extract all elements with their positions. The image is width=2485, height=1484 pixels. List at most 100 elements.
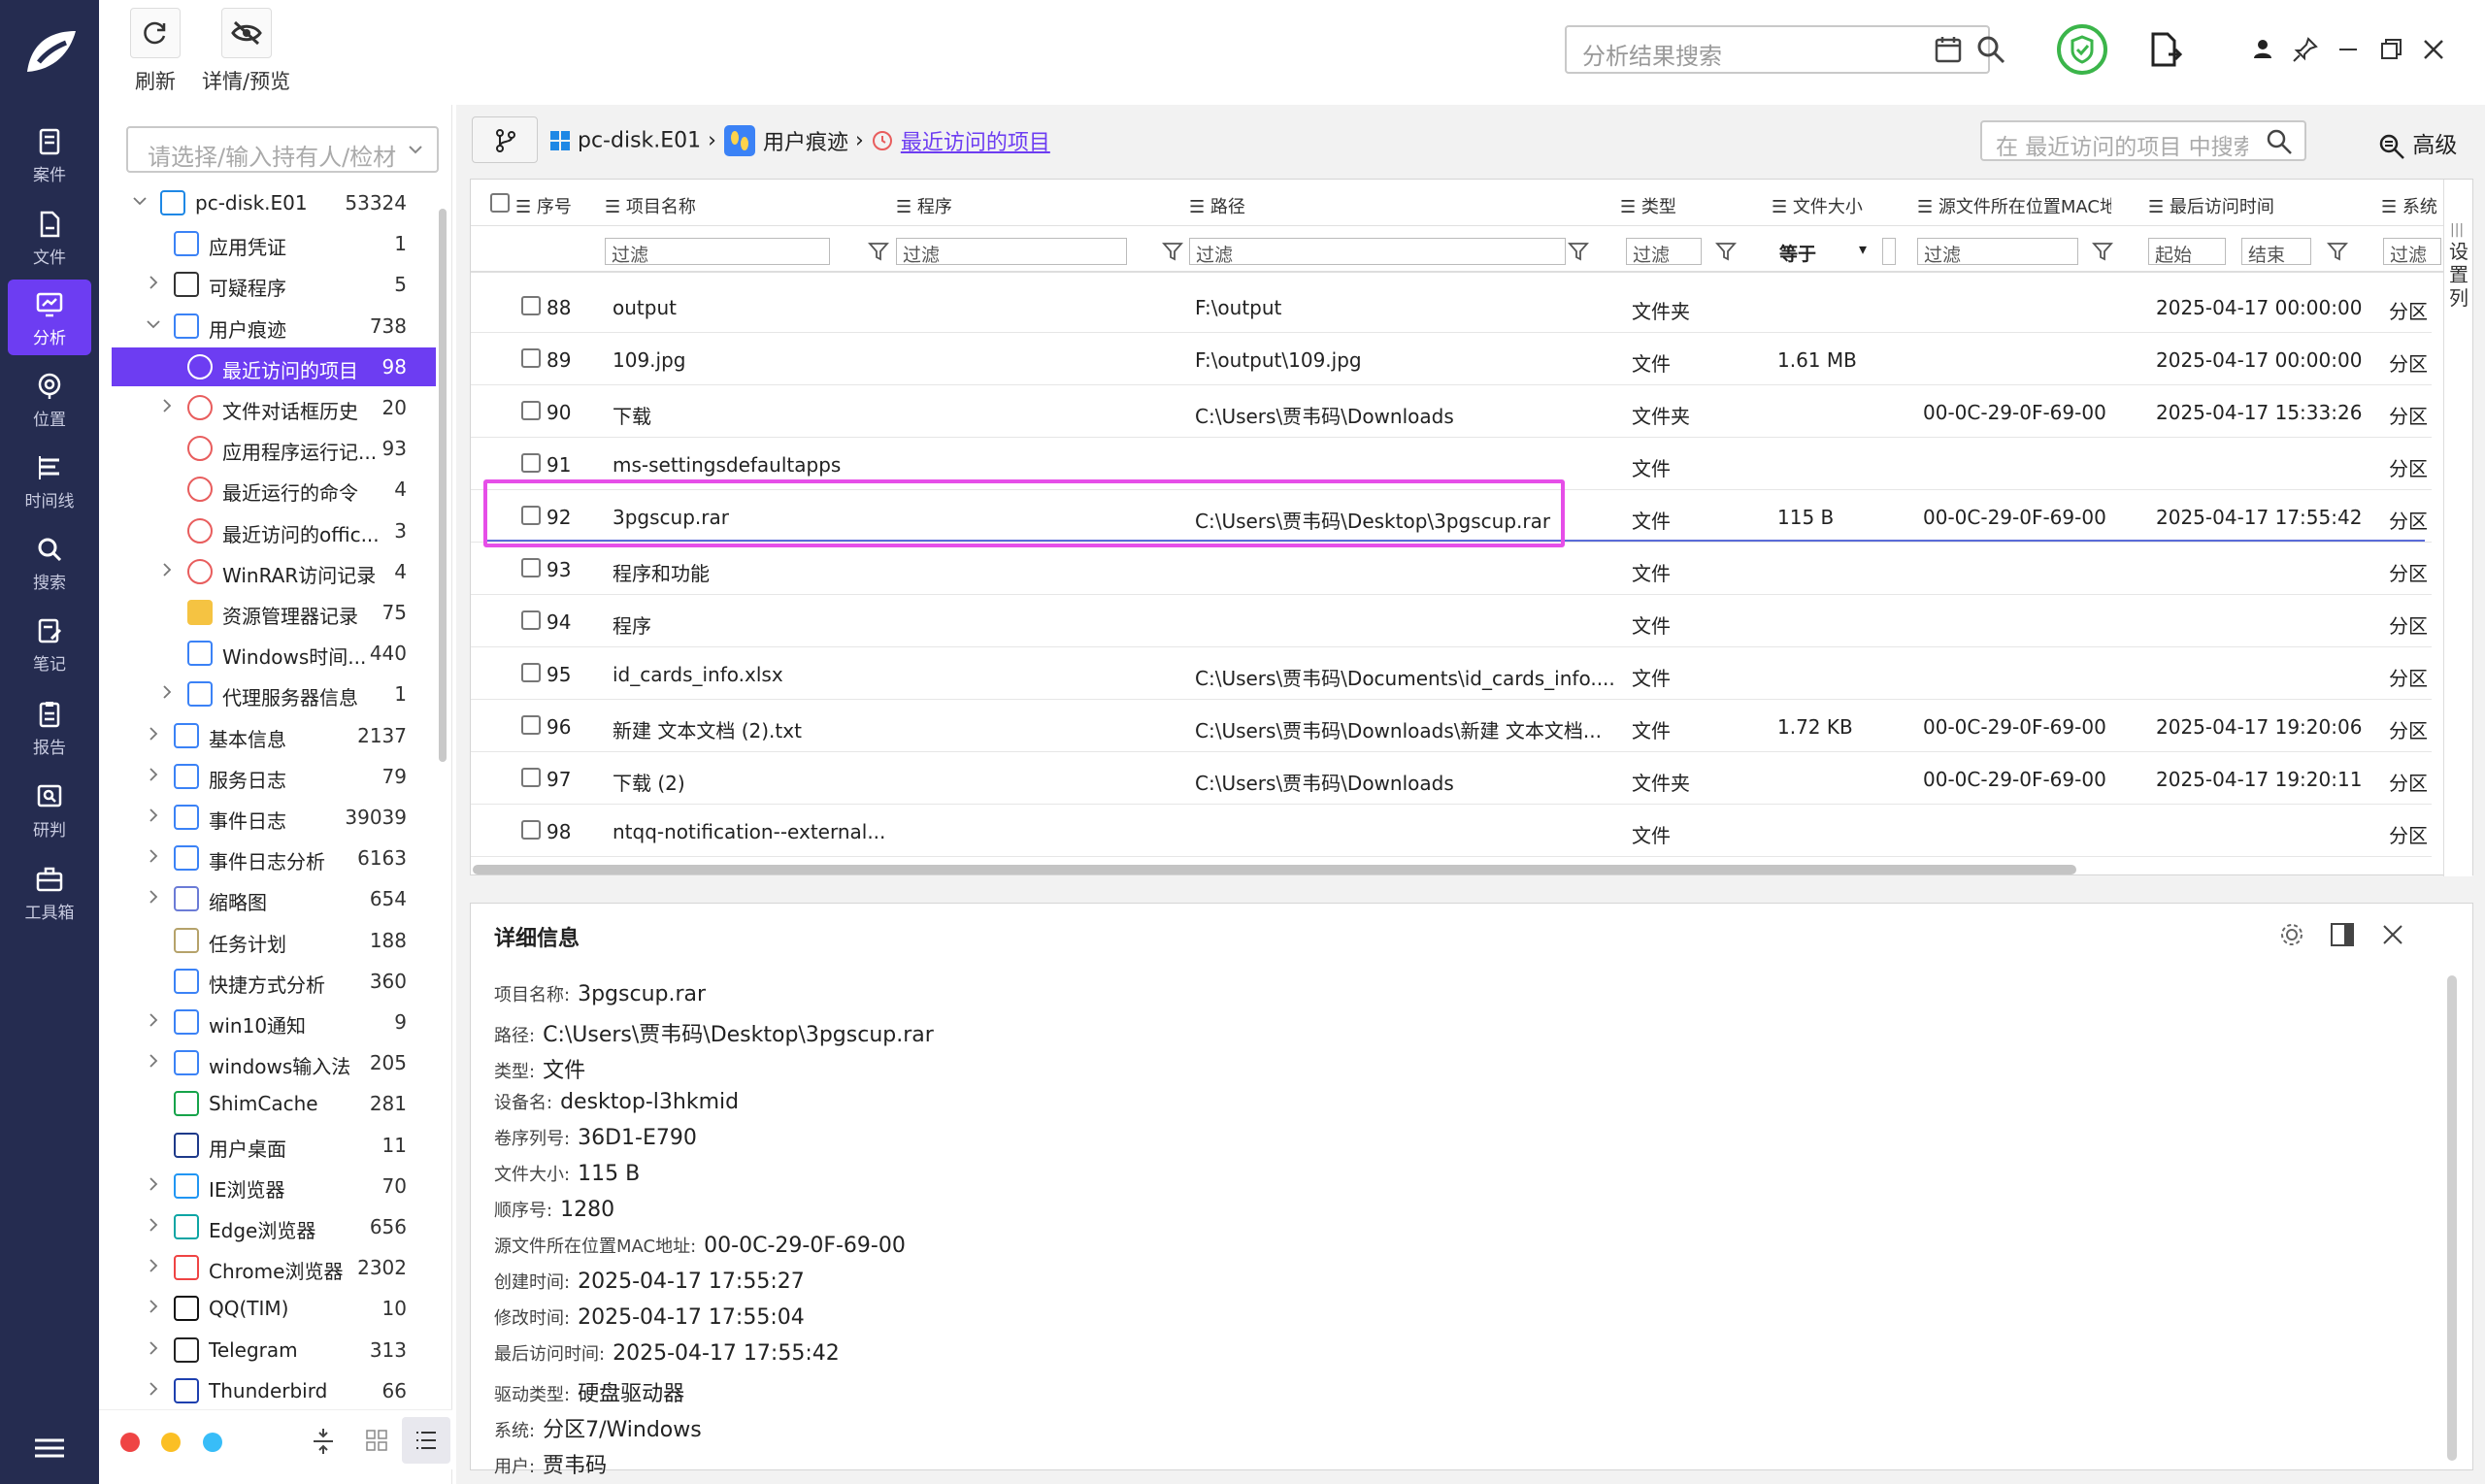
tree-item[interactable]: Chrome浏览器 2302	[112, 1248, 436, 1287]
chevron-down-icon[interactable]	[145, 315, 162, 333]
tree-item[interactable]: 事件日志分析 6163	[112, 839, 436, 877]
shield-check-icon[interactable]	[2056, 23, 2108, 76]
row-checkbox[interactable]	[521, 768, 541, 787]
row-checkbox[interactable]	[521, 558, 541, 577]
table-row[interactable]: 93 程序和功能 文件 分区	[471, 543, 2432, 595]
gear-icon[interactable]	[2278, 921, 2305, 948]
filter-size-op[interactable]: 等于 ▾	[1773, 238, 1872, 265]
tree-item[interactable]: 用户桌面 11	[112, 1126, 436, 1165]
tree-item[interactable]: 可疑程序 5	[112, 265, 436, 304]
chevron-right-icon[interactable]	[145, 1257, 162, 1274]
table-row[interactable]: 89 109.jpg F:\output\109.jpg 文件 1.61 MB 2025-…	[471, 333, 2432, 385]
header-sys[interactable]: ☰ 系统	[2381, 193, 2443, 218]
chevron-right-icon[interactable]	[158, 397, 176, 414]
filter-funnel-icon[interactable]	[1715, 241, 1737, 262]
breadcrumb-trace[interactable]: 用户痕迹	[763, 131, 848, 155]
row-checkbox[interactable]	[521, 715, 541, 735]
tree-item[interactable]: IE浏览器 70	[112, 1167, 436, 1205]
refresh-button[interactable]: 刷新	[130, 8, 181, 95]
chevron-right-icon[interactable]	[145, 847, 162, 865]
filter-funnel-icon[interactable]	[868, 241, 889, 262]
tree-scrollbar[interactable]	[439, 209, 447, 762]
row-checkbox[interactable]	[521, 296, 541, 315]
nav-timeline[interactable]: 时间线	[8, 443, 91, 518]
header-size[interactable]: ☰ 文件大小	[1772, 193, 1863, 218]
pin-icon[interactable]	[2289, 33, 2322, 66]
nav-case[interactable]: 案件	[8, 116, 91, 192]
tree-item[interactable]: 文件对话框历史 20	[112, 388, 436, 427]
search-icon[interactable]	[1976, 35, 2005, 64]
table-row[interactable]: 95 id_cards_info.xlsx C:\Users\贾韦码\Documen…	[471, 647, 2432, 700]
filter-sys[interactable]: 过滤	[2383, 238, 2441, 266]
chevron-right-icon[interactable]	[145, 807, 162, 824]
filter-program[interactable]: 过滤	[896, 238, 1127, 266]
tree-item[interactable]: Windows时间... 440	[112, 634, 436, 673]
filter-funnel-icon[interactable]	[2327, 241, 2348, 262]
tree-item[interactable]: WinRAR访问记录 4	[112, 552, 436, 591]
tree-item[interactable]: 应用凭证 1	[112, 224, 436, 263]
breadcrumb-disk[interactable]: pc-disk.E01	[578, 129, 701, 153]
list-view-button[interactable]	[402, 1417, 450, 1464]
tree-item[interactable]: 缩略图 654	[112, 879, 436, 918]
chevron-down-icon[interactable]	[131, 192, 149, 210]
chevron-right-icon[interactable]	[158, 561, 176, 578]
chevron-right-icon[interactable]	[145, 766, 162, 783]
table-row[interactable]: 98 ntqq-notification--external... 文件 分区	[471, 805, 2432, 857]
chevron-right-icon[interactable]	[145, 1052, 162, 1070]
nav-toolbox[interactable]: 工具箱	[8, 854, 91, 930]
filter-path[interactable]: 过滤	[1189, 238, 1566, 266]
nav-note[interactable]: 笔记	[8, 606, 91, 681]
nav-analysis[interactable]: 分析	[8, 280, 91, 355]
tree-item[interactable]: pc-disk.E01 53324	[112, 183, 436, 222]
nav-file[interactable]: 文件	[8, 199, 91, 275]
filter-funnel-icon[interactable]	[1568, 241, 1589, 262]
chevron-right-icon[interactable]	[158, 683, 176, 701]
select-all-checkbox[interactable]	[490, 193, 510, 213]
red-dot-icon[interactable]	[120, 1433, 140, 1452]
header-path[interactable]: ☰ 路径	[1189, 193, 1245, 218]
header-no[interactable]: ☰ 序号	[515, 193, 572, 218]
holder-select[interactable]: 请选择/输入持有人/检材	[126, 126, 439, 173]
table-row[interactable]: 97 下载 (2) C:\Users\贾韦码\Downloads 文件夹 00-0C-2…	[471, 752, 2432, 805]
chevron-right-icon[interactable]	[145, 1298, 162, 1315]
grid-horizontal-scrollbar[interactable]	[473, 865, 2076, 874]
nav-judge[interactable]: 研判	[8, 772, 91, 847]
detail-preview-button[interactable]: 详情/预览	[202, 8, 290, 95]
header-mac[interactable]: ☰ 源文件所在位置MAC地址	[1917, 193, 2111, 218]
tree-item[interactable]: Thunderbird 66	[112, 1371, 436, 1410]
local-search-input[interactable]: 在 最近访问的项目 中搜索	[1980, 120, 2306, 161]
tree-item[interactable]: windows输入法 205	[112, 1043, 436, 1082]
row-checkbox[interactable]	[521, 401, 541, 420]
tree-item[interactable]: QQ(TIM) 10	[112, 1289, 436, 1328]
chevron-right-icon[interactable]	[145, 1011, 162, 1029]
tree-item[interactable]: 任务计划 188	[112, 921, 436, 960]
tree-item[interactable]: 代理服务器信息 1	[112, 675, 436, 713]
tree-item[interactable]: 用户痕迹 738	[112, 307, 436, 346]
tree-item[interactable]: 最近访问的项目 98	[112, 346, 436, 386]
filter-date-end[interactable]: 结束	[2241, 238, 2311, 266]
chevron-right-icon[interactable]	[145, 725, 162, 742]
header-time[interactable]: ☰ 最后访问时间	[2148, 193, 2274, 218]
nav-search[interactable]: 搜索	[8, 524, 91, 600]
row-checkbox[interactable]	[521, 610, 541, 630]
tree-item[interactable]: 资源管理器记录 75	[112, 593, 436, 632]
tree-item[interactable]: 基本信息 2137	[112, 716, 436, 755]
table-row[interactable]: 88 output F:\output 文件夹 2025-04-17 00:00:00 分…	[471, 280, 2432, 333]
row-checkbox[interactable]	[521, 453, 541, 473]
panel-layout-icon[interactable]	[2329, 921, 2356, 948]
tree-item[interactable]: 服务日志 79	[112, 757, 436, 796]
calendar-icon[interactable]	[1934, 35, 1963, 64]
collapse-all-icon[interactable]	[311, 1427, 336, 1456]
filter-size-value[interactable]	[1882, 238, 1896, 265]
header-program[interactable]: ☰ 程序	[896, 193, 952, 218]
table-row[interactable]: 94 程序 文件 分区	[471, 595, 2432, 647]
table-row[interactable]: 90 下载 C:\Users\贾韦码\Downloads 文件夹 00-0C-29-0F…	[471, 385, 2432, 438]
chevron-right-icon[interactable]	[145, 1175, 162, 1193]
grid-view-icon[interactable]	[365, 1429, 388, 1452]
filter-date-start[interactable]: 起始	[2148, 238, 2226, 266]
filter-funnel-icon[interactable]	[2092, 241, 2113, 262]
yellow-dot-icon[interactable]	[161, 1433, 181, 1452]
nav-report[interactable]: 报告	[8, 689, 91, 765]
tree-item[interactable]: Edge浏览器 656	[112, 1207, 436, 1246]
row-checkbox[interactable]	[521, 820, 541, 840]
